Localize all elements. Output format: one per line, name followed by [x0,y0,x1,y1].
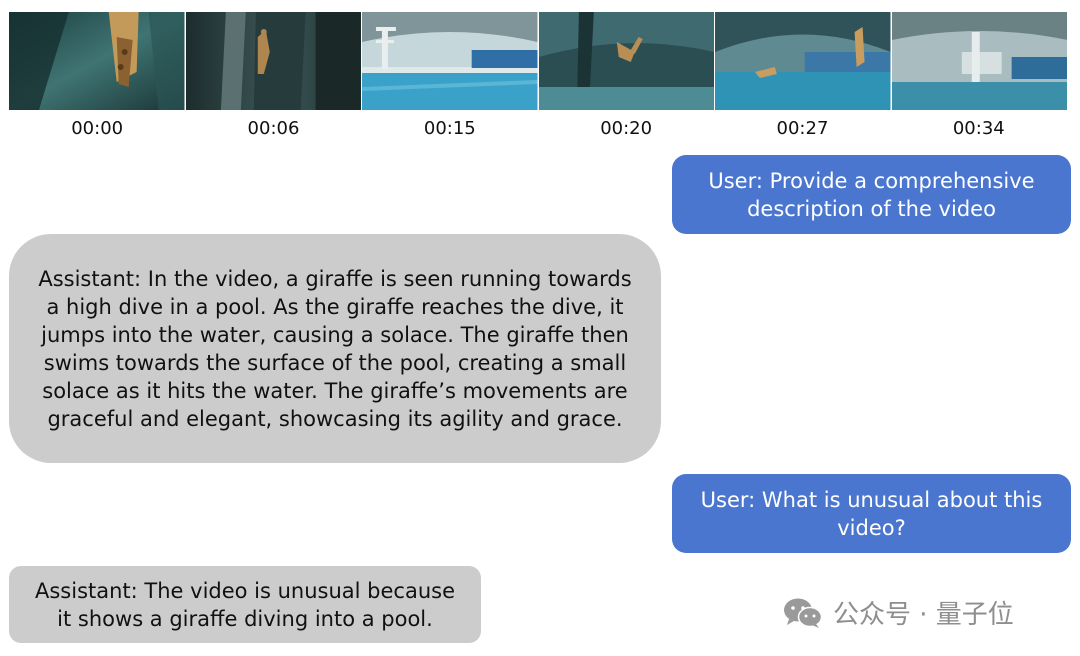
timestamp-6: 00:34 [952,118,1005,139]
assistant-message-1-text: Assistant: In the video, a giraffe is se… [38,266,632,431]
frame-timestamps: 00:00 00:06 00:15 00:20 00:27 00:34 [9,118,1067,139]
timestamp-3: 00:15 [423,118,476,139]
user-message-2-text: User: What is unusual about this video? [700,487,1043,540]
timestamp-4: 00:20 [600,118,653,139]
video-frame-1 [9,12,185,110]
video-frame-3 [362,12,538,110]
user-message-2: User: What is unusual about this video? [672,474,1071,553]
timestamp-1: 00:00 [71,118,124,139]
assistant-message-1: Assistant: In the video, a giraffe is se… [9,234,661,463]
video-frame-2 [185,12,361,110]
assistant-message-2-text: Assistant: The video is unusual because … [34,578,456,631]
timestamp-5: 00:27 [776,118,829,139]
wechat-icon [783,597,823,629]
video-frame-4 [538,12,714,110]
watermark: 公众号 · 量子位 [783,594,1014,631]
user-message-1-text: User: Provide a comprehensive descriptio… [708,168,1035,221]
watermark-text: 公众号 · 量子位 [833,600,1014,630]
timestamp-2: 00:06 [247,118,300,139]
video-frame-strip [9,12,1067,110]
video-frame-5 [715,12,891,110]
user-message-1: User: Provide a comprehensive descriptio… [672,155,1071,234]
video-frame-6 [891,12,1067,110]
assistant-message-2: Assistant: The video is unusual because … [9,566,481,643]
